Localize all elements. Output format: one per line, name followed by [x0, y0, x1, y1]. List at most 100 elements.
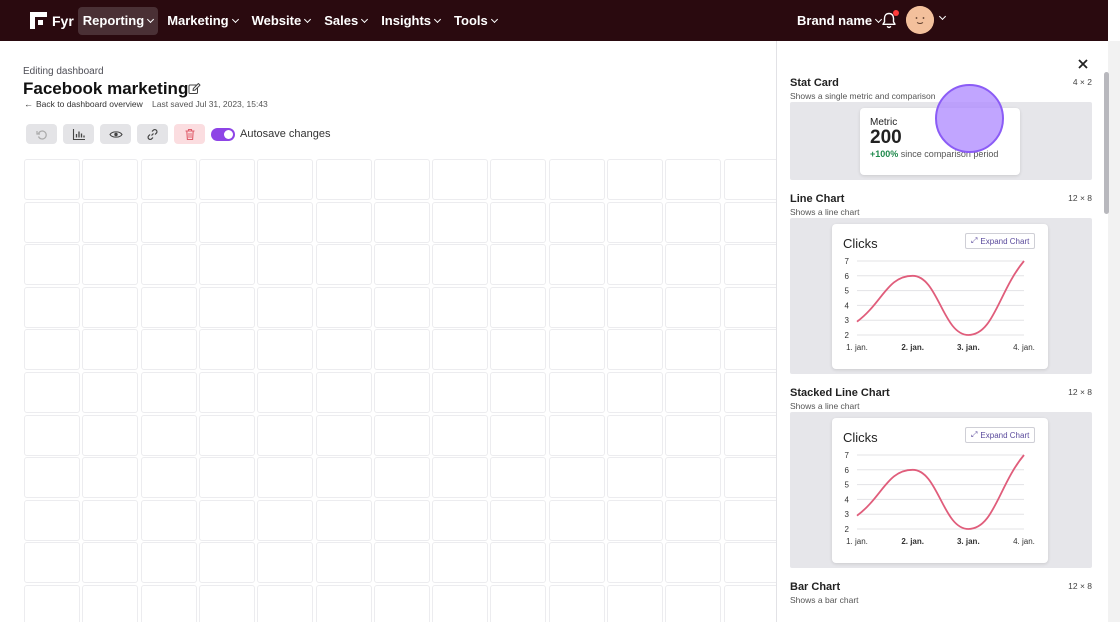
grid-cell[interactable]: [140, 329, 197, 371]
grid-cell[interactable]: [257, 457, 314, 499]
grid-cell[interactable]: [198, 201, 255, 243]
grid-cell[interactable]: [490, 159, 547, 200]
grid-cell[interactable]: [665, 372, 722, 413]
delete-button[interactable]: [174, 124, 205, 144]
grid-cell[interactable]: [432, 286, 489, 328]
grid-cell[interactable]: [257, 414, 314, 456]
grid-cell[interactable]: [548, 542, 605, 584]
grid-cell[interactable]: [198, 372, 255, 413]
grid-cell[interactable]: [548, 201, 605, 243]
grid-cell[interactable]: [723, 159, 776, 200]
nav-reporting[interactable]: Reporting: [77, 6, 159, 35]
nav-website[interactable]: Website: [247, 7, 316, 35]
grid-cell[interactable]: [82, 499, 139, 541]
grid-cell[interactable]: [82, 457, 139, 499]
preview-button[interactable]: [100, 124, 131, 144]
grid-cell[interactable]: [607, 499, 663, 541]
grid-cell[interactable]: [490, 499, 547, 541]
grid-cell[interactable]: [548, 286, 605, 328]
grid-cell[interactable]: [140, 201, 197, 243]
stacked-line-chart-preview[interactable]: Clicks ⤢ Expand Chart 2 3 4 5 6 7 1. jan. 2. jan…: [790, 412, 1092, 568]
grid-cell[interactable]: [432, 457, 489, 499]
grid-cell[interactable]: [665, 244, 722, 286]
logo[interactable]: Fyr: [30, 0, 74, 41]
grid-cell[interactable]: [257, 329, 314, 371]
grid-cell[interactable]: [82, 201, 139, 243]
grid-cell[interactable]: [315, 457, 372, 499]
grid-cell[interactable]: [257, 201, 314, 243]
grid-cell[interactable]: [665, 159, 722, 200]
grid-cell[interactable]: [24, 457, 80, 499]
grid-cell[interactable]: [315, 159, 372, 200]
grid-cell[interactable]: [432, 159, 489, 200]
grid-cell[interactable]: [198, 286, 255, 328]
grid-cell[interactable]: [140, 159, 197, 200]
grid-cell[interactable]: [315, 286, 372, 328]
grid-cell[interactable]: [490, 286, 547, 328]
grid-cell[interactable]: [82, 286, 139, 328]
grid-cell[interactable]: [723, 329, 776, 371]
grid-cell[interactable]: [198, 329, 255, 371]
grid-cell[interactable]: [373, 499, 430, 541]
grid-cell[interactable]: [432, 542, 489, 584]
grid-cell[interactable]: [432, 414, 489, 456]
grid-cell[interactable]: [373, 585, 430, 622]
grid-cell[interactable]: [257, 244, 314, 286]
grid-cell[interactable]: [432, 585, 489, 622]
grid-cell[interactable]: [82, 244, 139, 286]
grid-cell[interactable]: [140, 372, 197, 413]
grid-cell[interactable]: [607, 457, 663, 499]
brand-selector[interactable]: Brand name: [797, 0, 883, 41]
add-chart-button[interactable]: [63, 124, 94, 144]
edit-icon[interactable]: [188, 82, 201, 95]
nav-insights[interactable]: Insights: [376, 7, 445, 35]
grid-cell[interactable]: [82, 372, 139, 413]
grid-cell[interactable]: [548, 585, 605, 622]
grid-cell[interactable]: [665, 457, 722, 499]
grid-cell[interactable]: [198, 585, 255, 622]
nav-tools[interactable]: Tools: [449, 7, 502, 35]
grid-cell[interactable]: [665, 329, 722, 371]
grid-cell[interactable]: [665, 499, 722, 541]
grid-cell[interactable]: [723, 542, 776, 584]
grid-cell[interactable]: [24, 499, 80, 541]
scroll-thumb[interactable]: [1104, 72, 1109, 214]
drawer-scrollbar[interactable]: [1108, 41, 1120, 622]
grid-cell[interactable]: [257, 542, 314, 584]
back-link[interactable]: ← Back to dashboard overview: [24, 99, 143, 109]
grid-cell[interactable]: [198, 159, 255, 200]
grid-cell[interactable]: [140, 499, 197, 541]
grid-cell[interactable]: [140, 585, 197, 622]
grid-cell[interactable]: [140, 457, 197, 499]
nav-marketing[interactable]: Marketing: [162, 7, 242, 35]
grid-cell[interactable]: [24, 542, 80, 584]
grid-cell[interactable]: [315, 414, 372, 456]
grid-cell[interactable]: [24, 244, 80, 286]
grid-cell[interactable]: [548, 244, 605, 286]
grid-cell[interactable]: [723, 585, 776, 622]
grid-cell[interactable]: [490, 201, 547, 243]
grid-cell[interactable]: [24, 414, 80, 456]
grid-cell[interactable]: [140, 244, 197, 286]
grid-cell[interactable]: [373, 414, 430, 456]
grid-cell[interactable]: [373, 286, 430, 328]
grid-cell[interactable]: [82, 329, 139, 371]
grid-cell[interactable]: [548, 159, 605, 200]
grid-cell[interactable]: [373, 372, 430, 413]
grid-cell[interactable]: [373, 201, 430, 243]
grid-cell[interactable]: [257, 499, 314, 541]
grid-cell[interactable]: [373, 457, 430, 499]
grid-cell[interactable]: [257, 159, 314, 200]
grid-cell[interactable]: [140, 286, 197, 328]
grid-cell[interactable]: [723, 286, 776, 328]
grid-cell[interactable]: [257, 585, 314, 622]
grid-cell[interactable]: [315, 201, 372, 243]
grid-cell[interactable]: [198, 542, 255, 584]
share-link-button[interactable]: [137, 124, 168, 144]
autosave-toggle[interactable]: [211, 127, 235, 141]
grid-cell[interactable]: [24, 201, 80, 243]
grid-cell[interactable]: [723, 372, 776, 413]
grid-cell[interactable]: [82, 414, 139, 456]
grid-cell[interactable]: [723, 201, 776, 243]
grid-cell[interactable]: [432, 499, 489, 541]
